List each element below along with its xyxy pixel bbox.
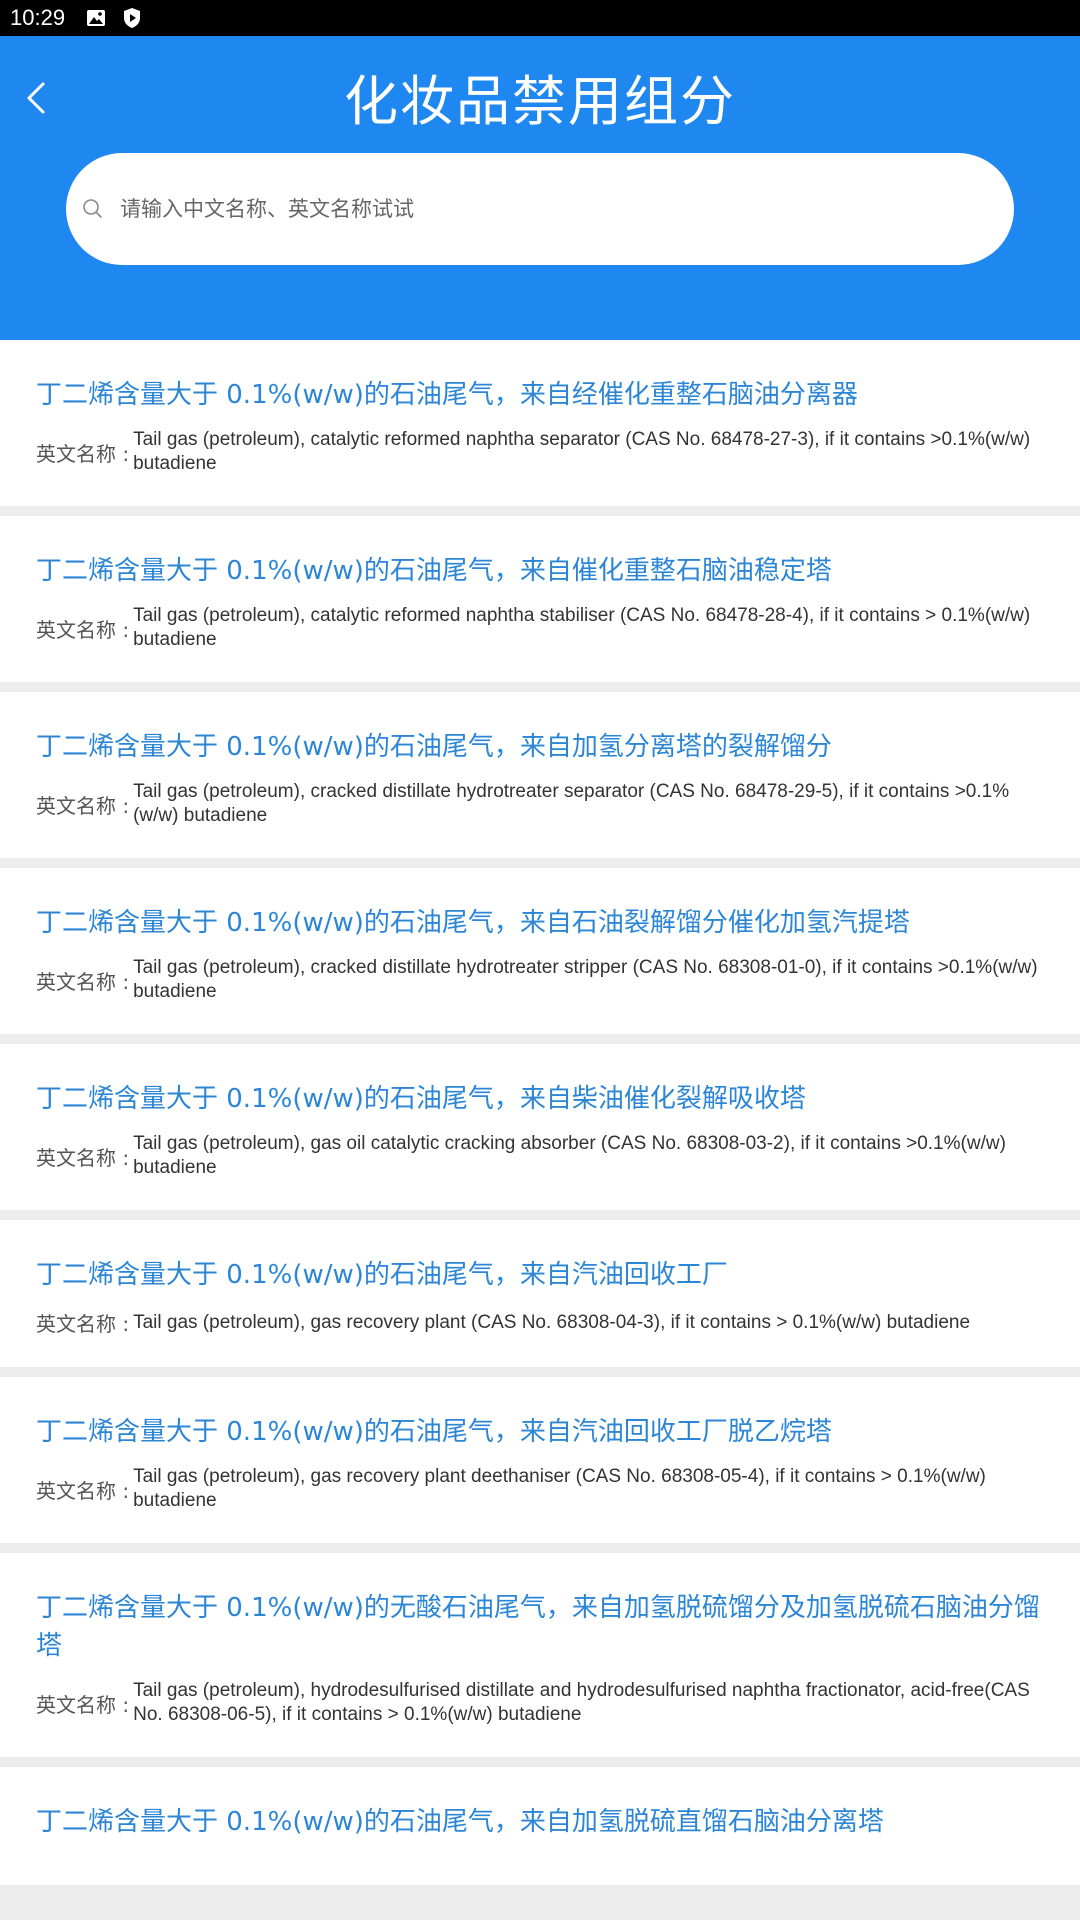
image-icon: [85, 7, 107, 29]
item-english-label: 英文名称 :: [36, 1312, 130, 1336]
item-chinese-name: 丁二烯含量大于 0.1%(w/w)的石油尾气，来自经催化重整石脑油分离器: [36, 380, 858, 410]
search-input[interactable]: [118, 196, 918, 222]
list-item[interactable]: 丁二烯含量大于 0.1%(w/w)的石油尾气，来自柴油催化裂解吸收塔 英文名称 …: [0, 1044, 1080, 1210]
status-bar: 10:29: [0, 0, 1080, 36]
item-english-label: 英文名称 :: [36, 1692, 130, 1717]
item-chinese-name: 丁二烯含量大于 0.1%(w/w)的石油尾气，来自石油裂解馏分催化加氢汽提塔: [36, 908, 910, 938]
item-chinese-name: 丁二烯含量大于 0.1%(w/w)的无酸石油尾气，来自加氢脱硫馏分及加氢脱硫石脑…: [36, 1593, 1040, 1661]
item-english-name: Tail gas (petroleum), gas oil catalytic …: [133, 1133, 1006, 1178]
search-icon: [82, 198, 104, 220]
page-title: 化妆品禁用组分: [344, 70, 736, 133]
item-english-label: 英文名称 :: [36, 969, 130, 994]
item-english-name: Tail gas (petroleum), hydrodesulfurised …: [133, 1680, 1030, 1725]
list-item[interactable]: 丁二烯含量大于 0.1%(w/w)的石油尾气，来自汽油回收工厂脱乙烷塔 英文名称…: [0, 1377, 1080, 1543]
list-item[interactable]: 丁二烯含量大于 0.1%(w/w)的石油尾气，来自汽油回收工厂 英文名称 : T…: [0, 1220, 1080, 1367]
item-english-name: Tail gas (petroleum), catalytic reformed…: [133, 429, 1031, 474]
item-english-name: Tail gas (petroleum), gas recovery plant…: [133, 1466, 986, 1511]
list-item[interactable]: 丁二烯含量大于 0.1%(w/w)的石油尾气，来自催化重整石脑油稳定塔 英文名称…: [0, 516, 1080, 682]
item-english-label: 英文名称 :: [36, 1478, 130, 1503]
item-english-label: 英文名称 :: [36, 793, 130, 818]
ingredient-list: 丁二烯含量大于 0.1%(w/w)的石油尾气，来自经催化重整石脑油分离器 英文名…: [0, 340, 1080, 1895]
list-item[interactable]: 丁二烯含量大于 0.1%(w/w)的石油尾气，来自加氢脱硫直馏石脑油分离塔: [0, 1767, 1080, 1885]
item-english-label: 英文名称 :: [36, 617, 130, 642]
item-english-label: 英文名称 :: [36, 441, 130, 466]
app-header: 化妆品禁用组分: [0, 36, 1080, 340]
list-item[interactable]: 丁二烯含量大于 0.1%(w/w)的无酸石油尾气，来自加氢脱硫馏分及加氢脱硫石脑…: [0, 1553, 1080, 1757]
item-english-name: Tail gas (petroleum), cracked distillate…: [133, 957, 1038, 1002]
item-chinese-name: 丁二烯含量大于 0.1%(w/w)的石油尾气，来自催化重整石脑油稳定塔: [36, 556, 832, 586]
item-english-label: 英文名称 :: [36, 1145, 130, 1170]
item-english-name: Tail gas (petroleum), catalytic reformed…: [133, 605, 1031, 650]
item-chinese-name: 丁二烯含量大于 0.1%(w/w)的石油尾气，来自汽油回收工厂: [36, 1260, 728, 1290]
shield-play-icon: [121, 7, 143, 29]
list-item[interactable]: 丁二烯含量大于 0.1%(w/w)的石油尾气，来自经催化重整石脑油分离器 英文名…: [0, 340, 1080, 506]
list-item[interactable]: 丁二烯含量大于 0.1%(w/w)的石油尾气，来自加氢分离塔的裂解馏分 英文名称…: [0, 692, 1080, 858]
item-chinese-name: 丁二烯含量大于 0.1%(w/w)的石油尾气，来自汽油回收工厂脱乙烷塔: [36, 1417, 832, 1447]
item-chinese-name: 丁二烯含量大于 0.1%(w/w)的石油尾气，来自加氢分离塔的裂解馏分: [36, 732, 832, 762]
item-chinese-name: 丁二烯含量大于 0.1%(w/w)的石油尾气，来自柴油催化裂解吸收塔: [36, 1084, 806, 1114]
search-bar[interactable]: [66, 153, 1014, 265]
item-english-name: Tail gas (petroleum), gas recovery plant…: [133, 1311, 971, 1333]
item-english-name: Tail gas (petroleum), cracked distillate…: [133, 781, 1010, 826]
list-item[interactable]: 丁二烯含量大于 0.1%(w/w)的石油尾气，来自石油裂解馏分催化加氢汽提塔 英…: [0, 868, 1080, 1034]
item-chinese-name: 丁二烯含量大于 0.1%(w/w)的石油尾气，来自加氢脱硫直馏石脑油分离塔: [36, 1807, 884, 1837]
status-time: 10:29: [10, 5, 66, 30]
